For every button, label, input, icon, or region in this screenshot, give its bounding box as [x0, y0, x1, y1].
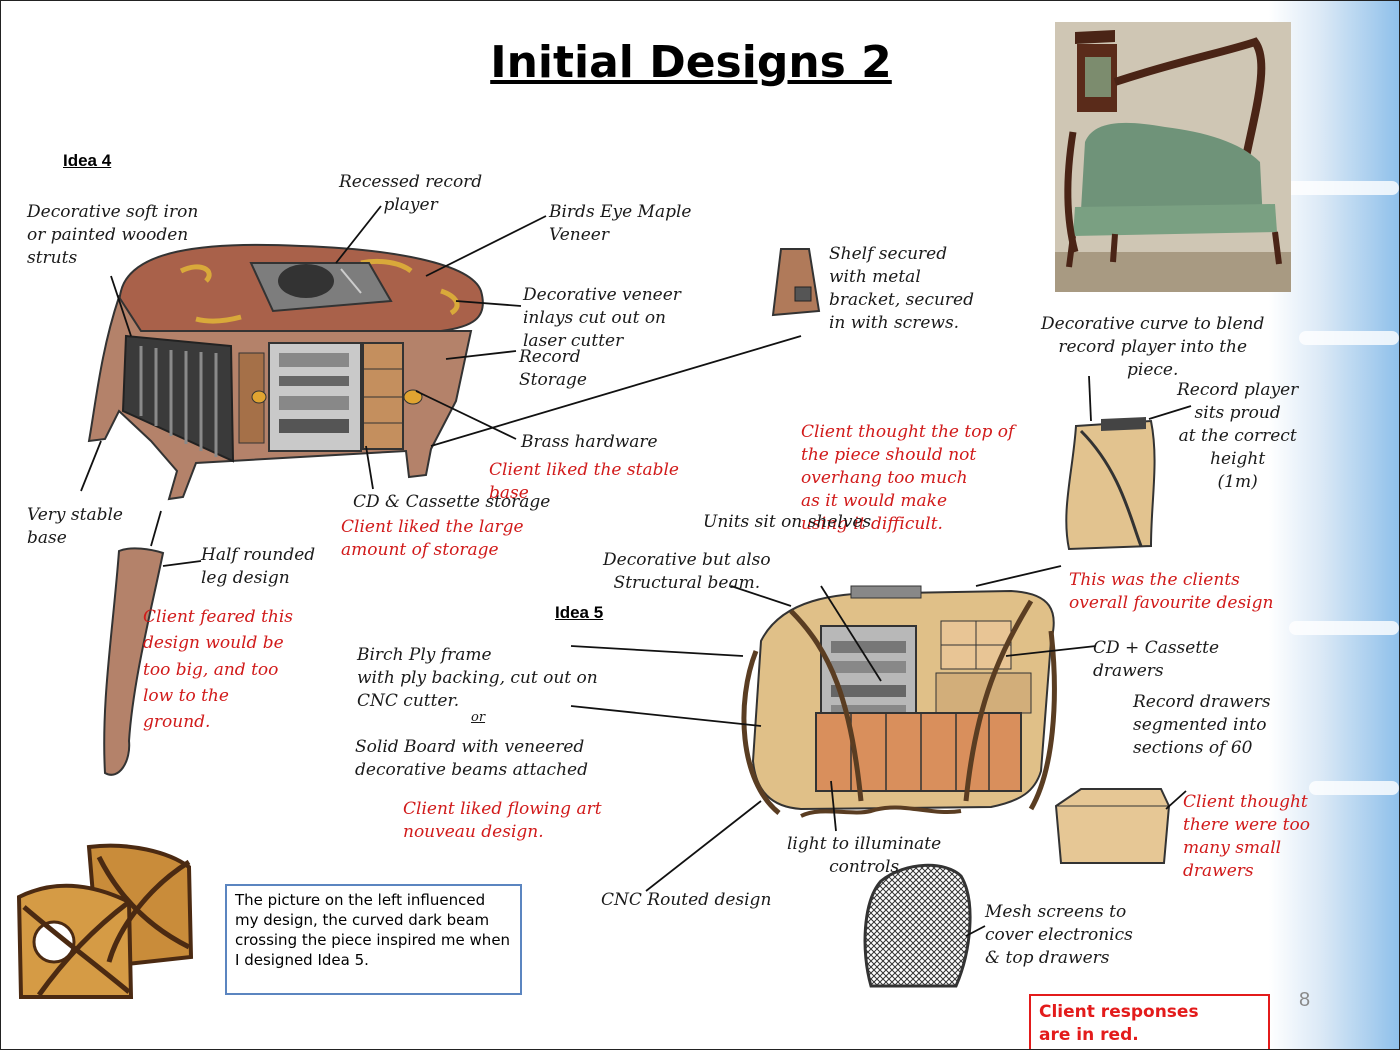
note-solid: Solid Board with veneered decorative bea… — [355, 737, 588, 780]
note-struts: Decorative soft iron or painted wooden s… — [27, 202, 199, 268]
note-frame: Birch Ply frame with ply backing, cut ou… — [357, 645, 598, 711]
note-curve: Decorative curve to blend record player … — [1041, 314, 1265, 380]
note-stable-base: Very stable base — [27, 505, 123, 548]
client-too-many: Client thought there were too many small… — [1183, 792, 1310, 881]
client-art-nouveau: Client liked flowing art nouveau design. — [403, 799, 602, 842]
note-veneer: Birds Eye Maple Veneer — [549, 202, 692, 245]
art-nouveau-bench-photo — [1055, 22, 1291, 292]
art-nouveau-bed-photo — [16, 843, 194, 999]
note-inlays: Decorative veneer inlays cut out on lase… — [523, 285, 681, 351]
client-responses-legend: Client responses are in red. — [1029, 994, 1270, 1049]
idea4-label: Idea 4 — [63, 151, 112, 170]
idea5-cabinet-sketch — [741, 585, 1057, 818]
drawer-sketch — [1054, 788, 1171, 864]
note-half-rounded: Half rounded leg design — [201, 545, 316, 588]
note-cnc-routed: CNC Routed design — [601, 890, 772, 910]
record-player-unit-sketch — [1065, 417, 1156, 551]
client-stable-base: Client liked the stable base — [489, 460, 679, 503]
note-units: Units sit on shelves — [703, 512, 872, 532]
note-beam: Decorative but also Structural beam. — [603, 550, 771, 593]
client-too-big: Client feared this design would be too b… — [143, 607, 294, 733]
idea5-label: Idea 5 — [555, 603, 604, 622]
note-shelf: Shelf secured with metal bracket, secure… — [829, 244, 974, 333]
client-favourite: This was the clients overall favourite d… — [1069, 570, 1274, 613]
note-or: or — [471, 710, 486, 725]
note-cd-drawers: CD + Cassette drawers — [1093, 638, 1220, 681]
note-record-player: Recessed record player — [339, 172, 483, 215]
influence-caption: The picture on the left influenced my de… — [225, 884, 522, 995]
page-number: 8 — [1299, 989, 1311, 1011]
shelf-bracket-sketch — [771, 248, 821, 317]
note-light: light to illuminate controls — [787, 834, 942, 877]
note-record-storage: Record Storage — [519, 347, 587, 390]
note-sits-proud: Record player sits proud at the correct … — [1177, 380, 1299, 492]
note-record-drawers: Record drawers segmented into sections o… — [1133, 692, 1271, 758]
mesh-screen-sketch — [863, 863, 972, 988]
note-brass: Brass hardware — [521, 432, 658, 452]
client-storage: Client liked the large amount of storage — [341, 517, 524, 560]
note-mesh: Mesh screens to cover electronics & top … — [985, 902, 1133, 968]
slide: Initial Designs 2 Idea 4 Idea 5 Decorati… — [0, 0, 1400, 1050]
